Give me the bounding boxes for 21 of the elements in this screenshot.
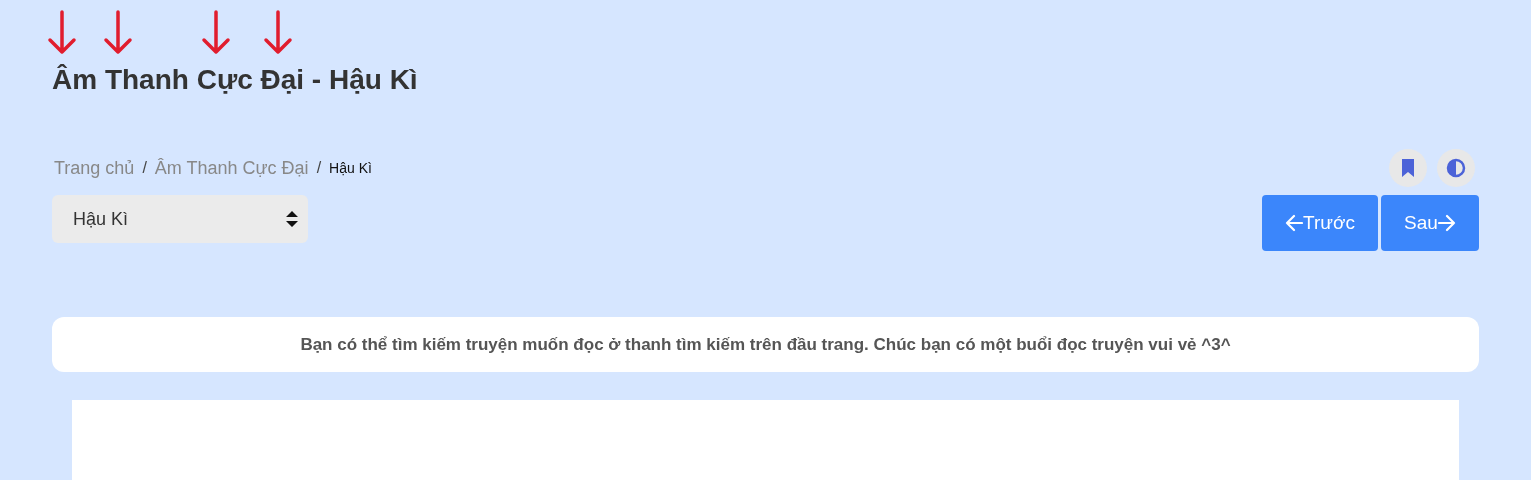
contrast-icon (1446, 158, 1466, 178)
breadcrumb-separator: / (316, 158, 322, 178)
chapter-select[interactable]: Hậu Kì (52, 195, 308, 243)
breadcrumb-link[interactable]: Âm Thanh Cực Đại (154, 154, 309, 182)
sort-caret-icon (286, 211, 298, 227)
contrast-button[interactable] (1437, 149, 1475, 187)
down-arrow-icon (46, 10, 78, 56)
right-arrow-icon (1437, 214, 1456, 232)
breadcrumb-link[interactable]: Trang chủ (54, 154, 135, 182)
previous-button[interactable]: Trước (1262, 195, 1378, 251)
bookmark-icon (1402, 159, 1414, 177)
page-title: Âm Thanh Cực Đại - Hậu Kì (52, 63, 418, 97)
breadcrumb-link[interactable]: Hậu Kì (329, 157, 372, 179)
down-arrow-icon (200, 10, 232, 56)
down-arrow-icon (262, 10, 294, 56)
left-arrow-icon (1285, 214, 1304, 232)
down-arrow-icon (102, 10, 134, 56)
next-button[interactable]: Sau (1381, 195, 1479, 251)
notice-text: Bạn có thể tìm kiếm truyện muốn đọc ở thanh tìm kiếm trên đầu trang. Chúc bạn có một buổi đọc truyện vui vẻ ^3^ (300, 333, 1231, 356)
bookmark-button[interactable] (1389, 149, 1427, 187)
breadcrumb-separator: / (142, 158, 147, 178)
